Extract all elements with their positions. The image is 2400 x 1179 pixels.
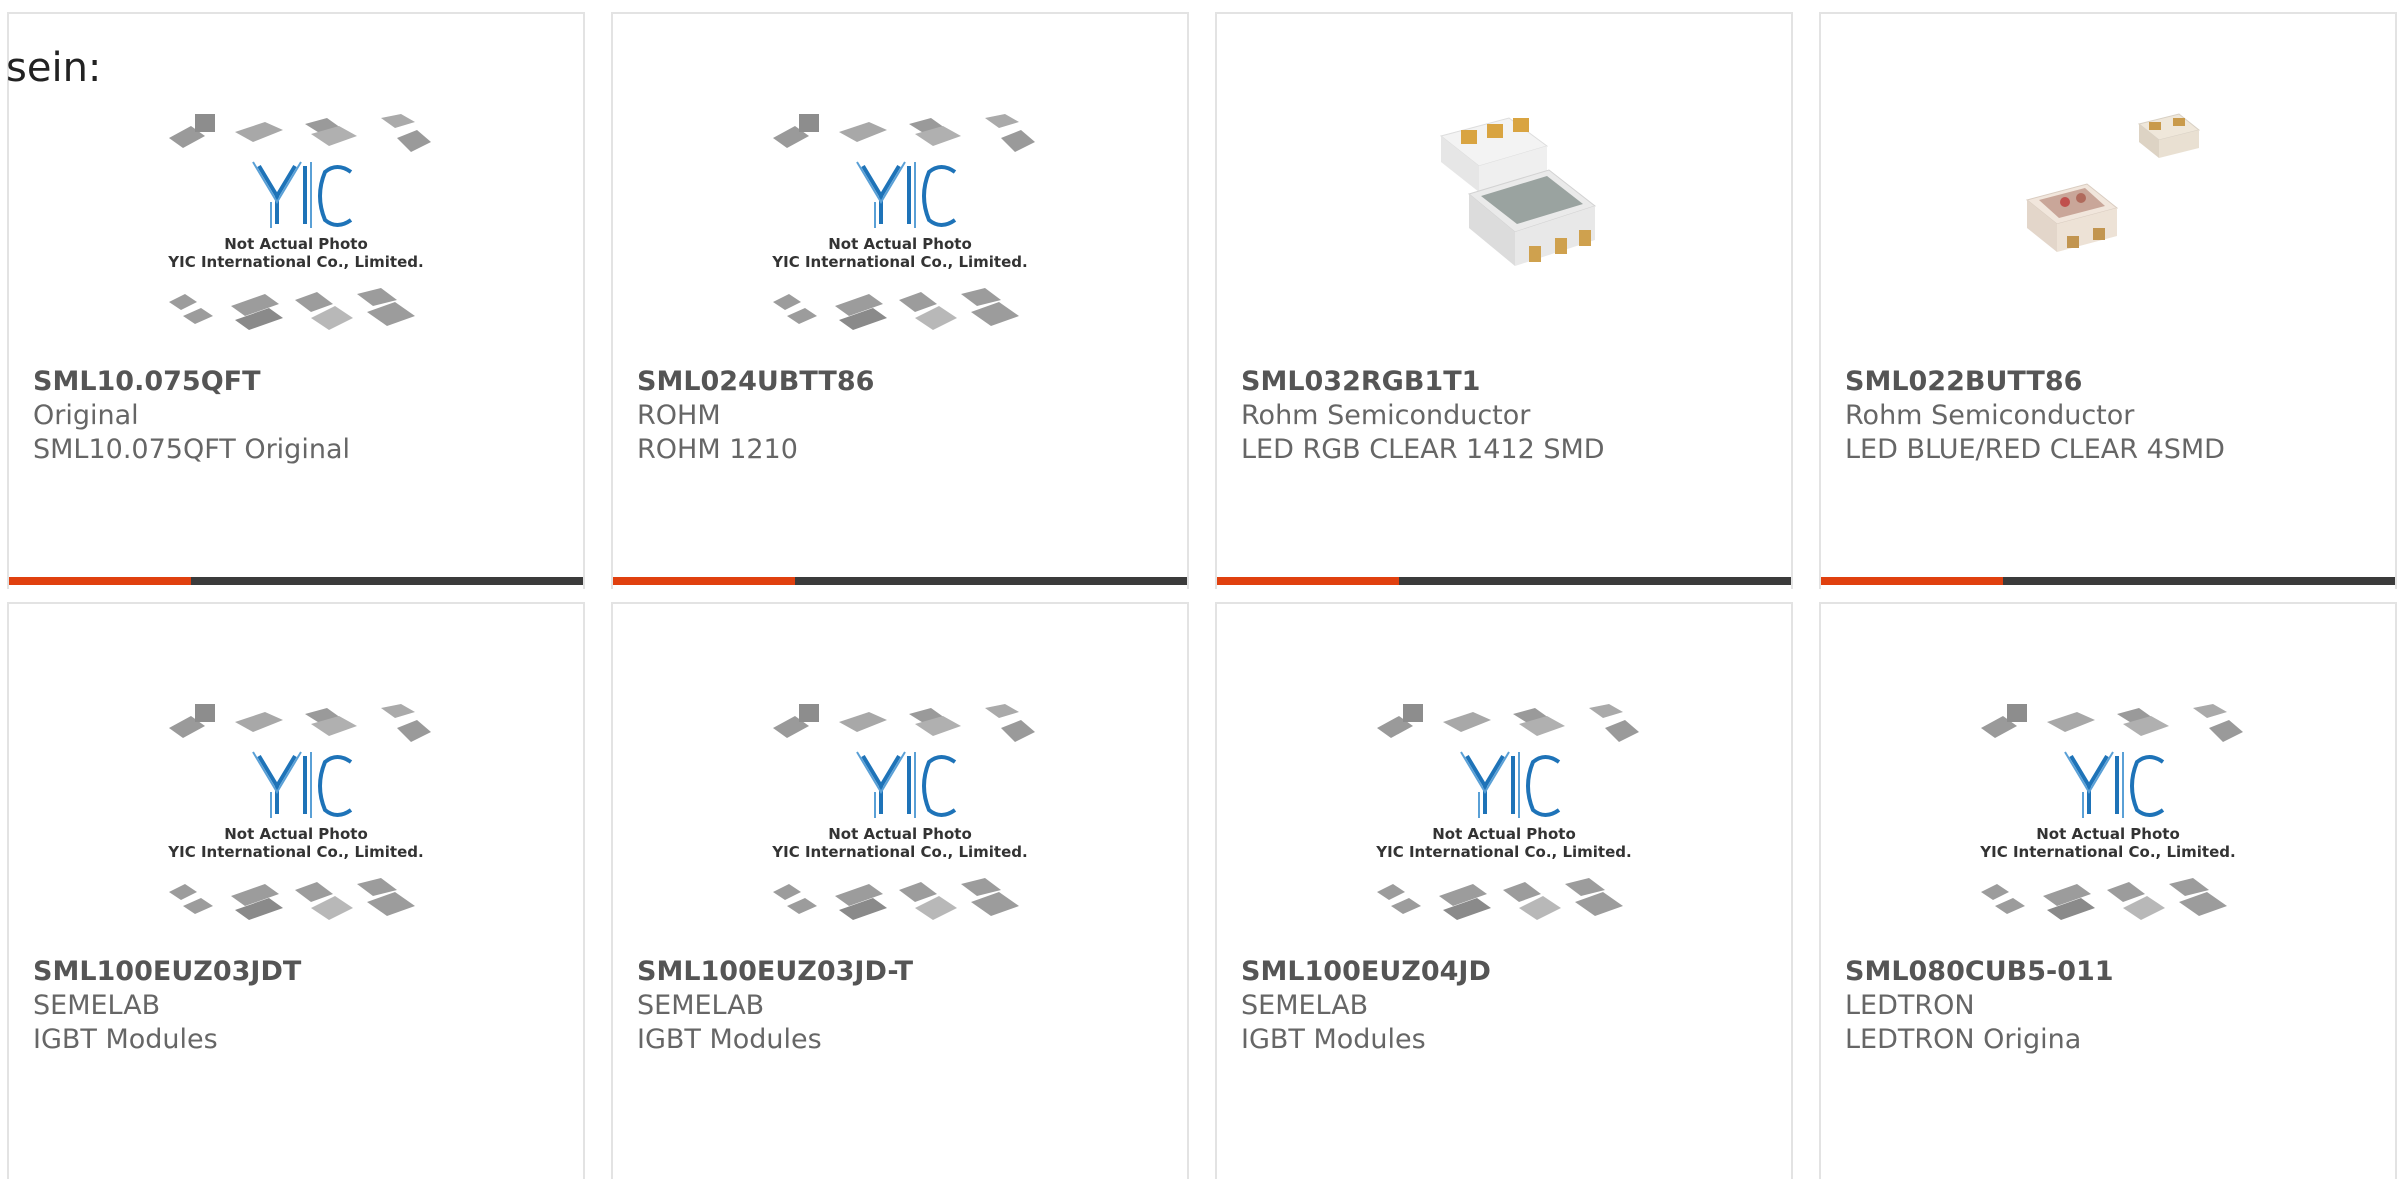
- svg-text:Not Actual Photo: Not Actual Photo: [2036, 825, 2180, 843]
- part-number[interactable]: SML080CUB5-011: [1845, 954, 2385, 989]
- description: LEDTRON Origina: [1845, 1024, 2082, 1055]
- card-footer-bar: [9, 577, 583, 585]
- smd-led-photo: [2025, 113, 2201, 252]
- product-card[interactable]: Not Actual Photo YIC International Co., …: [611, 12, 1189, 589]
- part-number[interactable]: SML100EUZ03JDT: [33, 954, 573, 989]
- product-image: Not Actual Photo YIC International Co., …: [9, 666, 583, 946]
- part-number[interactable]: SML10.075QFT: [33, 364, 573, 399]
- manufacturer: Original: [33, 400, 139, 431]
- part-number[interactable]: SML022BUTT86: [1845, 364, 2385, 399]
- svg-text:Not Actual Photo: Not Actual Photo: [224, 825, 368, 843]
- svg-text:Not Actual Photo: Not Actual Photo: [828, 825, 972, 843]
- svg-text:YIC International Co., Limited: YIC International Co., Limited.: [167, 843, 423, 861]
- product-card[interactable]: Not Actual Photo YIC International Co., …: [1215, 602, 1793, 1179]
- svg-text:Not Actual Photo: Not Actual Photo: [828, 235, 972, 253]
- svg-text:YIC International Co., Limited: YIC International Co., Limited.: [1979, 843, 2235, 861]
- placeholder-image: Not Actual Photo YIC International Co., …: [1979, 704, 2243, 920]
- manufacturer: ROHM: [637, 400, 721, 431]
- product-card[interactable]: SML032RGB1T1 Rohm Semiconductor LED RGB …: [1215, 12, 1793, 589]
- product-image: Not Actual Photo YIC International Co., …: [1821, 666, 2395, 946]
- svg-text:YIC International Co., Limited: YIC International Co., Limited.: [771, 843, 1027, 861]
- product-card[interactable]: Not Actual Photo YIC International Co., …: [7, 602, 585, 1179]
- svg-text:YIC International Co., Limited: YIC International Co., Limited.: [771, 253, 1027, 271]
- manufacturer: Rohm Semiconductor: [1241, 400, 1531, 431]
- svg-text:Not Actual Photo: Not Actual Photo: [1432, 825, 1576, 843]
- part-number[interactable]: SML024UBTT86: [637, 364, 1177, 399]
- card-footer-bar: [613, 577, 1187, 585]
- placeholder-image: Not Actual Photo YIC International Co., …: [1375, 704, 1639, 920]
- product-image: Not Actual Photo YIC International Co., …: [613, 76, 1187, 356]
- product-image: Not Actual Photo YIC International Co., …: [9, 76, 583, 356]
- description: ROHM 1210: [637, 434, 798, 465]
- svg-text:YIC International Co., Limited: YIC International Co., Limited.: [1375, 843, 1631, 861]
- description: IGBT Modules: [637, 1024, 822, 1055]
- accent-bar: [1217, 577, 1399, 585]
- manufacturer: SEMELAB: [637, 990, 765, 1021]
- product-card[interactable]: Not Actual Photo YIC International Co., …: [7, 12, 585, 589]
- description: SML10.075QFT Original: [33, 434, 350, 465]
- manufacturer: SEMELAB: [1241, 990, 1369, 1021]
- product-card[interactable]: SML022BUTT86 Rohm Semiconductor LED BLUE…: [1819, 12, 2397, 589]
- product-grid: Not Actual Photo YIC International Co., …: [0, 0, 2400, 1179]
- placeholder-image: Not Actual Photo YIC International Co., …: [167, 704, 431, 920]
- part-number[interactable]: SML100EUZ03JD-T: [637, 954, 1177, 989]
- description: LED RGB CLEAR 1412 SMD: [1241, 434, 1605, 465]
- manufacturer: SEMELAB: [33, 990, 161, 1021]
- placeholder-image: Not Actual Photo YIC International Co., …: [771, 704, 1035, 920]
- product-image: [1821, 76, 2395, 356]
- accent-bar: [9, 577, 191, 585]
- smd-led-photo: [1439, 117, 1597, 266]
- product-image: Not Actual Photo YIC International Co., …: [1217, 666, 1791, 946]
- product-image: Not Actual Photo YIC International Co., …: [613, 666, 1187, 946]
- product-card[interactable]: Not Actual Photo YIC International Co., …: [611, 602, 1189, 1179]
- placeholder-image: Not Actual Photo YIC International Co., …: [167, 114, 431, 330]
- manufacturer: LEDTRON: [1845, 990, 1975, 1021]
- description: IGBT Modules: [33, 1024, 218, 1055]
- card-footer-bar: [1821, 577, 2395, 585]
- part-number[interactable]: SML032RGB1T1: [1241, 364, 1781, 399]
- part-number[interactable]: SML100EUZ04JD: [1241, 954, 1781, 989]
- svg-text:YIC International Co., Limited: YIC International Co., Limited.: [167, 253, 423, 271]
- accent-bar: [613, 577, 795, 585]
- accent-bar: [1821, 577, 2003, 585]
- intro-text: sein:: [6, 45, 102, 91]
- placeholder-image: Not Actual Photo YIC International Co., …: [771, 114, 1035, 330]
- manufacturer: Rohm Semiconductor: [1845, 400, 2135, 431]
- description: LED BLUE/RED CLEAR 4SMD: [1845, 434, 2225, 465]
- svg-text:Not Actual Photo: Not Actual Photo: [224, 235, 368, 253]
- card-footer-bar: [1217, 577, 1791, 585]
- product-image: [1217, 76, 1791, 356]
- description: IGBT Modules: [1241, 1024, 1426, 1055]
- product-card[interactable]: Not Actual Photo YIC International Co., …: [1819, 602, 2397, 1179]
